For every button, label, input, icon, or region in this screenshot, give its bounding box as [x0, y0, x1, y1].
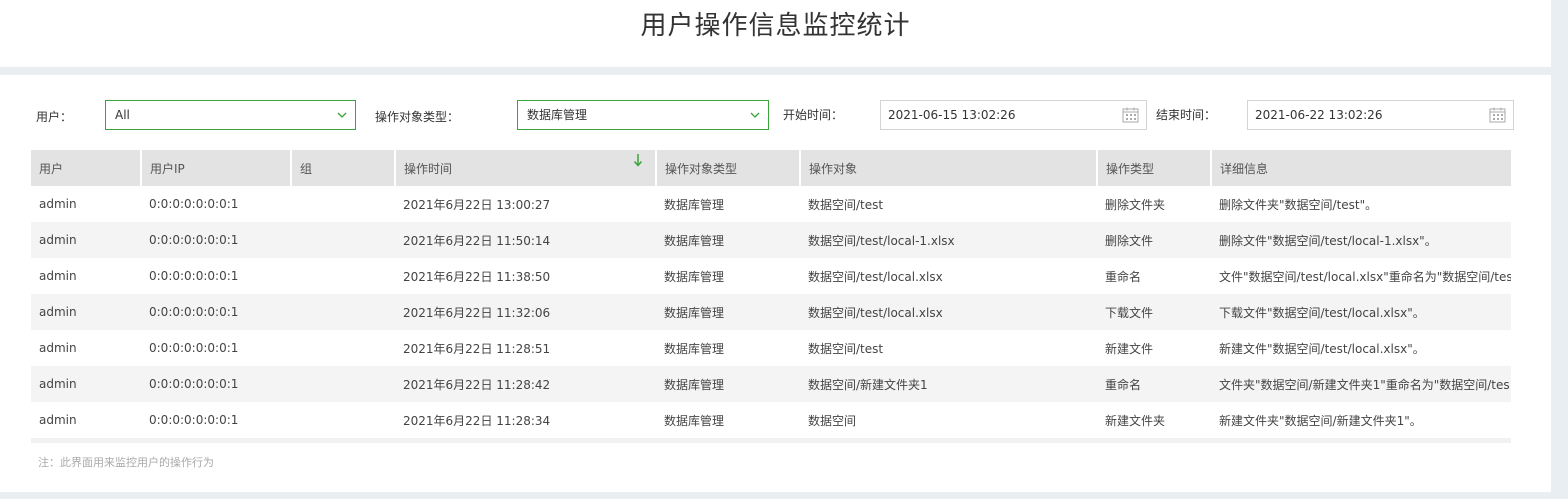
- cell-group: [291, 186, 395, 222]
- column-header-operation-type[interactable]: 操作类型: [1097, 150, 1212, 186]
- cell-user: admin: [31, 366, 141, 402]
- column-header-operation-time-label: 操作时间: [404, 161, 453, 176]
- calendar-icon[interactable]: [1489, 107, 1506, 123]
- table-row[interactable]: admin 0:0:0:0:0:0:0:1 2021年6月22日 13:00:27 数…: [31, 186, 1511, 222]
- cell-user: admin: [31, 186, 141, 222]
- chevron-down-icon: [750, 112, 760, 118]
- cell-user-ip: 0:0:0:0:0:0:0:1: [141, 222, 291, 258]
- cell-user-ip: 0:0:0:0:0:0:0:1: [141, 294, 291, 330]
- table-body: admin 0:0:0:0:0:0:0:1 2021年6月22日 13:00:27 数…: [31, 186, 1511, 438]
- user-select[interactable]: All: [105, 100, 356, 130]
- cell-operation-type: 删除文件夹: [1097, 186, 1211, 222]
- cell-object-type: 数据库管理: [656, 366, 800, 402]
- operation-log-table: 用户 用户IP 组 操作时间 操作对象类型 操作对象 操作类型 详细信息 adm…: [31, 150, 1511, 438]
- end-time-label: 结束时间：: [1156, 108, 1217, 122]
- column-header-object[interactable]: 操作对象: [800, 150, 1098, 186]
- cell-object-type: 数据库管理: [656, 330, 800, 366]
- user-select-value: All: [115, 108, 130, 122]
- cell-object-type: 数据库管理: [656, 222, 800, 258]
- cell-operation-type: 重命名: [1097, 258, 1211, 294]
- cell-user: admin: [31, 258, 141, 294]
- cell-object: 数据空间/test/local-1.xlsx: [800, 222, 1097, 258]
- cell-group: [291, 402, 395, 438]
- end-time-input[interactable]: 2021-06-22 13:02:26: [1247, 100, 1514, 130]
- column-header-group[interactable]: 组: [291, 150, 396, 186]
- cell-object: 数据空间/test/local.xlsx: [800, 258, 1097, 294]
- cell-user: admin: [31, 402, 141, 438]
- cell-details: 文件"数据空间/test/local.xlsx"重命名为"数据空间/test/: [1211, 258, 1511, 294]
- cell-details: 下载文件"数据空间/test/local.xlsx"。: [1211, 294, 1511, 330]
- column-header-object-type[interactable]: 操作对象类型: [656, 150, 801, 186]
- table-row[interactable]: admin 0:0:0:0:0:0:0:1 2021年6月22日 11:28:51 数…: [31, 330, 1511, 366]
- cell-object: 数据空间/新建文件夹1: [800, 366, 1097, 402]
- chevron-down-icon: [337, 112, 347, 118]
- content-panel: 用户： All 操作对象类型： 数据库管理 开始时间： 2021-06-15 1…: [0, 75, 1551, 492]
- page-header: 用户操作信息监控统计: [0, 0, 1551, 67]
- cell-operation-time: 2021年6月22日 11:38:50: [395, 258, 656, 294]
- cell-details: 删除文件夹"数据空间/test"。: [1211, 186, 1511, 222]
- cell-object: 数据空间/test: [800, 186, 1097, 222]
- table-scrollbar-track[interactable]: [31, 438, 1511, 443]
- cell-operation-type: 新建文件夹: [1097, 402, 1211, 438]
- cell-operation-type: 重命名: [1097, 366, 1211, 402]
- column-header-operation-time[interactable]: 操作时间: [395, 150, 657, 186]
- cell-details: 新建文件"数据空间/test/local.xlsx"。: [1211, 330, 1511, 366]
- start-time-input[interactable]: 2021-06-15 13:02:26: [880, 100, 1147, 130]
- table-header-row: 用户 用户IP 组 操作时间 操作对象类型 操作对象 操作类型 详细信息: [31, 150, 1511, 186]
- type-filter-label: 操作对象类型：: [375, 110, 460, 124]
- sort-descending-icon[interactable]: [633, 153, 643, 167]
- table-row[interactable]: admin 0:0:0:0:0:0:0:1 2021年6月22日 11:28:42 数…: [31, 366, 1511, 402]
- object-type-select-value: 数据库管理: [527, 108, 588, 122]
- cell-user-ip: 0:0:0:0:0:0:0:1: [141, 186, 291, 222]
- cell-object: 数据空间/test: [800, 330, 1097, 366]
- table-row[interactable]: admin 0:0:0:0:0:0:0:1 2021年6月22日 11:28:34 数…: [31, 402, 1511, 438]
- cell-operation-type: 下载文件: [1097, 294, 1211, 330]
- cell-user-ip: 0:0:0:0:0:0:0:1: [141, 366, 291, 402]
- cell-user-ip: 0:0:0:0:0:0:0:1: [141, 258, 291, 294]
- cell-object-type: 数据库管理: [656, 186, 800, 222]
- cell-details: 文件夹"数据空间/新建文件夹1"重命名为"数据空间/tes: [1211, 366, 1511, 402]
- cell-operation-time: 2021年6月22日 11:28:51: [395, 330, 656, 366]
- cell-user: admin: [31, 222, 141, 258]
- start-time-value: 2021-06-15 13:02:26: [888, 108, 1016, 122]
- column-header-details[interactable]: 详细信息: [1211, 150, 1511, 186]
- page-title: 用户操作信息监控统计: [640, 11, 911, 41]
- cell-operation-time: 2021年6月22日 11:32:06: [395, 294, 656, 330]
- cell-details: 新建文件夹"数据空间/新建文件夹1"。: [1211, 402, 1511, 438]
- cell-user: admin: [31, 330, 141, 366]
- column-header-user-ip[interactable]: 用户IP: [141, 150, 292, 186]
- calendar-icon[interactable]: [1122, 107, 1139, 123]
- end-time-value: 2021-06-22 13:02:26: [1255, 108, 1383, 122]
- cell-object-type: 数据库管理: [656, 402, 800, 438]
- cell-operation-type: 新建文件: [1097, 330, 1211, 366]
- cell-object-type: 数据库管理: [656, 258, 800, 294]
- start-time-label: 开始时间：: [783, 108, 844, 122]
- cell-operation-time: 2021年6月22日 11:28:34: [395, 402, 656, 438]
- cell-details: 删除文件"数据空间/test/local-1.xlsx"。: [1211, 222, 1511, 258]
- column-header-user[interactable]: 用户: [31, 150, 142, 186]
- page-note: 注：此界面用来监控用户的操作行为: [38, 456, 214, 469]
- object-type-select[interactable]: 数据库管理: [517, 100, 769, 130]
- table-row[interactable]: admin 0:0:0:0:0:0:0:1 2021年6月22日 11:32:06 数…: [31, 294, 1511, 330]
- cell-operation-type: 删除文件: [1097, 222, 1211, 258]
- cell-group: [291, 294, 395, 330]
- table-row[interactable]: admin 0:0:0:0:0:0:0:1 2021年6月22日 11:38:50 数…: [31, 258, 1511, 294]
- cell-object: 数据空间: [800, 402, 1097, 438]
- cell-group: [291, 258, 395, 294]
- cell-user-ip: 0:0:0:0:0:0:0:1: [141, 402, 291, 438]
- cell-group: [291, 222, 395, 258]
- cell-object: 数据空间/test/local.xlsx: [800, 294, 1097, 330]
- cell-operation-time: 2021年6月22日 13:00:27: [395, 186, 656, 222]
- cell-user-ip: 0:0:0:0:0:0:0:1: [141, 330, 291, 366]
- cell-object-type: 数据库管理: [656, 294, 800, 330]
- cell-operation-time: 2021年6月22日 11:28:42: [395, 366, 656, 402]
- cell-group: [291, 366, 395, 402]
- cell-operation-time: 2021年6月22日 11:50:14: [395, 222, 656, 258]
- table-row[interactable]: admin 0:0:0:0:0:0:0:1 2021年6月22日 11:50:14 数…: [31, 222, 1511, 258]
- user-filter-label: 用户：: [36, 110, 73, 124]
- cell-user: admin: [31, 294, 141, 330]
- cell-group: [291, 330, 395, 366]
